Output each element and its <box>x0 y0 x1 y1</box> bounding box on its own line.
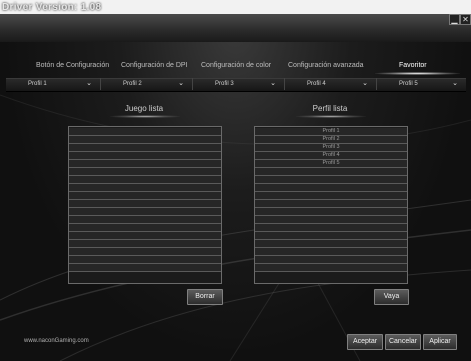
list-item[interactable] <box>69 168 221 176</box>
list-item[interactable] <box>69 256 221 264</box>
list-item[interactable] <box>69 152 221 160</box>
delete-button[interactable]: Borrar <box>187 289 223 305</box>
profile-select-label: Profil 1 <box>28 81 47 87</box>
list-item[interactable] <box>255 256 407 264</box>
list-item[interactable] <box>255 232 407 240</box>
minimize-button[interactable]: ▁ <box>449 14 460 25</box>
list-item[interactable]: Profil 1 <box>255 128 407 136</box>
list-item[interactable]: Profil 2 <box>255 136 407 144</box>
list-item[interactable]: Profil 4 <box>255 152 407 160</box>
chevron-down-icon: ⌄ <box>270 80 276 87</box>
list-item[interactable] <box>69 160 221 168</box>
accept-button[interactable]: Aceptar <box>347 334 383 350</box>
list-item[interactable] <box>255 168 407 176</box>
list-item[interactable] <box>255 200 407 208</box>
chevron-down-icon: ⌄ <box>178 80 184 87</box>
list-item[interactable] <box>69 240 221 248</box>
profile-list-title-glow <box>296 115 366 118</box>
profile-select-label: Profil 3 <box>215 81 234 87</box>
list-item[interactable] <box>255 184 407 192</box>
list-item[interactable] <box>69 184 221 192</box>
list-item[interactable] <box>69 136 221 144</box>
list-item[interactable] <box>255 176 407 184</box>
profile-select-label: Profil 4 <box>307 81 326 87</box>
cancel-button[interactable]: Cancelar <box>385 334 421 350</box>
list-item[interactable] <box>69 232 221 240</box>
game-list-title-glow <box>110 115 180 118</box>
chevron-down-icon: ⌄ <box>86 80 92 87</box>
profile-list-title: Perfil lista <box>312 104 348 113</box>
title-bar <box>0 14 471 42</box>
list-item[interactable] <box>69 176 221 184</box>
profile-select-label: Profil 2 <box>123 81 142 87</box>
tab-dpi-config[interactable]: Configuración de DPI <box>121 58 188 74</box>
list-item[interactable] <box>255 224 407 232</box>
tab-advanced-config[interactable]: Configuración avanzada <box>288 58 364 74</box>
window-title: Driver Version: 1.08 <box>2 2 102 13</box>
list-item[interactable] <box>69 200 221 208</box>
list-item[interactable] <box>69 192 221 200</box>
list-item[interactable] <box>255 248 407 256</box>
profile-select-4[interactable]: Profil 4 ⌄ <box>285 78 377 90</box>
list-item[interactable] <box>69 216 221 224</box>
close-button[interactable]: ✕ <box>460 14 471 25</box>
profile-list[interactable]: Profil 1 Profil 2 Profil 3 Profil 4 Profil 5 <box>254 126 408 284</box>
list-item[interactable] <box>69 264 221 272</box>
chevron-down-icon: ⌄ <box>362 80 368 87</box>
profile-select-5[interactable]: Profil 5 ⌄ <box>377 78 466 90</box>
tab-color-config[interactable]: Configuración de color <box>201 58 271 74</box>
chevron-down-icon: ⌄ <box>452 80 458 87</box>
list-item[interactable] <box>69 144 221 152</box>
profile-select-label: Profil 5 <box>399 81 418 87</box>
list-item[interactable] <box>255 216 407 224</box>
game-list-title: Juego lista <box>124 104 164 113</box>
list-item[interactable] <box>255 240 407 248</box>
profile-select-3[interactable]: Profil 3 ⌄ <box>193 78 285 90</box>
list-item[interactable] <box>255 192 407 200</box>
list-item[interactable] <box>69 248 221 256</box>
active-tab-indicator <box>375 72 460 75</box>
game-list[interactable] <box>68 126 222 284</box>
profile-select-2[interactable]: Profil 2 ⌄ <box>101 78 193 90</box>
list-item[interactable] <box>255 208 407 216</box>
apply-button[interactable]: Aplicar <box>423 334 457 350</box>
list-item[interactable] <box>255 264 407 272</box>
tab-button-config[interactable]: Botón de Configuración <box>36 58 109 74</box>
website-link[interactable]: www.naconGaming.com <box>24 338 89 344</box>
list-item[interactable] <box>69 224 221 232</box>
list-item[interactable] <box>69 128 221 136</box>
list-item[interactable]: Profil 3 <box>255 144 407 152</box>
list-item[interactable]: Profil 5 <box>255 160 407 168</box>
profile-select-1[interactable]: Profil 1 ⌄ <box>6 78 101 90</box>
list-item[interactable] <box>69 208 221 216</box>
go-button[interactable]: Vaya <box>374 289 409 305</box>
